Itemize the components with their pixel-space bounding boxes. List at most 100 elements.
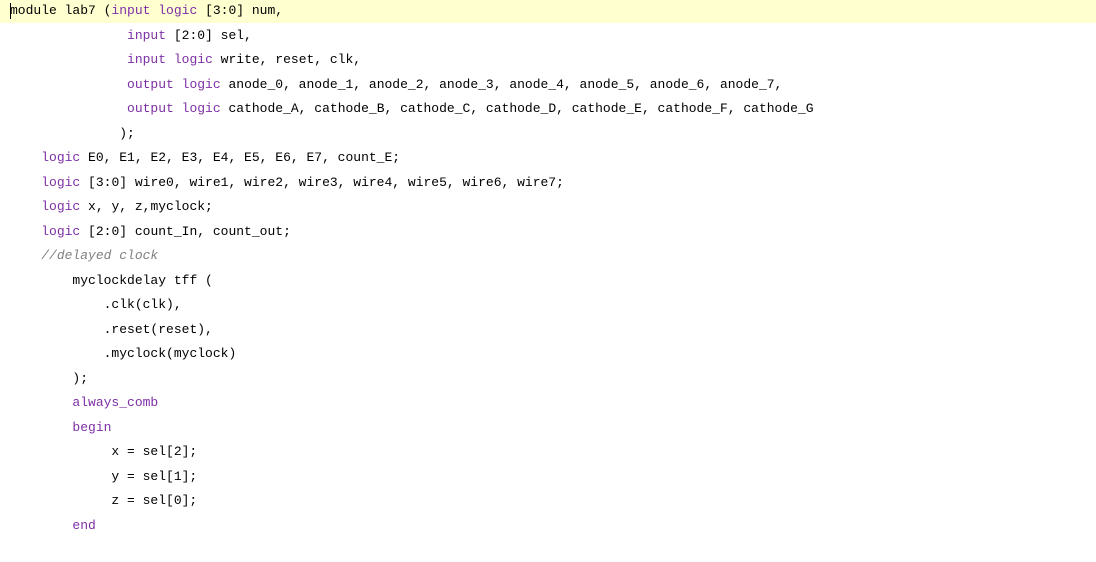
code-token: x, y, z,myclock; (80, 199, 213, 214)
code-line-text: module lab7 (input logic [3:0] num, (10, 0, 283, 23)
code-token: E0, E1, E2, E3, E4, E5, E6, E7, count_E; (80, 150, 401, 165)
code-line[interactable]: output logic cathode_A, cathode_B, catho… (0, 97, 1096, 121)
code-line-text: x = sel[2]; (10, 440, 197, 464)
code-token: ); (72, 370, 89, 386)
code-token: myclockdelay tff ( (72, 272, 213, 288)
code-line-text: logic [3:0] wire0, wire1, wire2, wire3, … (10, 171, 564, 195)
code-line[interactable]: x = sel[2]; (0, 440, 1096, 464)
code-token: ); (119, 125, 135, 141)
keyword-token: input (127, 52, 167, 67)
code-line-text: ); (10, 122, 135, 146)
code-line-text: end (10, 514, 96, 538)
code-line-text: .reset(reset), (10, 318, 213, 342)
code-token: .clk(clk), (103, 297, 182, 312)
code-line-text: .clk(clk), (10, 293, 182, 317)
code-token: [3:0] wire0, wire1, wire2, wire3, wire4,… (80, 174, 564, 190)
code-line[interactable]: myclockdelay tff ( (0, 269, 1096, 293)
code-line[interactable]: z = sel[0]; (0, 489, 1096, 513)
keyword-token: output (127, 101, 174, 116)
code-line[interactable]: output logic anode_0, anode_1, anode_2, … (0, 73, 1096, 97)
code-line-text: output logic cathode_A, cathode_B, catho… (10, 97, 814, 121)
code-line[interactable]: y = sel[1]; (0, 465, 1096, 489)
code-line-text: logic x, y, z,myclock; (10, 195, 213, 219)
code-line[interactable]: ); (0, 122, 1096, 146)
code-line-text: always_comb (10, 391, 158, 415)
code-line[interactable]: input [2:0] sel, (0, 24, 1096, 48)
code-line[interactable]: //delayed clock (0, 244, 1096, 268)
code-line-text: //delayed clock (10, 244, 158, 268)
code-line[interactable]: logic x, y, z,myclock; (0, 195, 1096, 219)
code-line-text: input logic write, reset, clk, (10, 48, 361, 72)
code-line[interactable]: logic E0, E1, E2, E3, E4, E5, E6, E7, co… (0, 146, 1096, 170)
code-line[interactable]: logic [3:0] wire0, wire1, wire2, wire3, … (0, 171, 1096, 195)
code-line[interactable]: ); (0, 367, 1096, 391)
code-token: [2:0] count_In, count_out; (80, 223, 291, 239)
keyword-token: logic (181, 76, 221, 92)
keyword-token: logic (173, 52, 213, 67)
keyword-token: always_comb (72, 395, 159, 410)
code-line[interactable]: .clk(clk), (0, 293, 1096, 317)
code-token: [2:0] sel, (166, 27, 252, 43)
keyword-token: logic (41, 174, 81, 190)
comment-token: //delayed clock (41, 248, 159, 263)
code-line[interactable]: .reset(reset), (0, 318, 1096, 342)
code-token: .reset(reset), (103, 321, 213, 337)
code-line-text: begin (10, 416, 111, 440)
code-line[interactable]: logic [2:0] count_In, count_out; (0, 220, 1096, 244)
code-line-text: y = sel[1]; (10, 465, 197, 489)
code-line-text: .myclock(myclock) (10, 342, 237, 366)
code-line-text: z = sel[0]; (10, 489, 197, 513)
keyword-token: logic (181, 101, 221, 116)
keyword-token: begin (72, 419, 112, 435)
code-token: z = sel[0]; (111, 493, 198, 508)
code-line-text: output logic anode_0, anode_1, anode_2, … (10, 73, 782, 97)
keyword-token: logic (41, 199, 81, 214)
code-token: cathode_A, cathode_B, cathode_C, cathode… (220, 101, 814, 116)
keyword-token: logic (158, 3, 198, 18)
code-editor[interactable]: module lab7 (input logic [3:0] num, inpu… (0, 0, 1096, 562)
code-line[interactable]: always_comb (0, 391, 1096, 415)
text-caret (10, 3, 11, 19)
keyword-token: output (127, 76, 174, 92)
code-token: x = sel[2]; (111, 444, 198, 459)
code-token: anode_0, anode_1, anode_2, anode_3, anod… (220, 76, 783, 92)
code-line[interactable]: begin (0, 416, 1096, 440)
code-line[interactable]: .myclock(myclock) (0, 342, 1096, 366)
code-line-text: ); (10, 367, 88, 391)
keyword-token: logic (41, 150, 81, 165)
code-token: y = sel[1]; (111, 468, 198, 484)
code-line-text: input [2:0] sel, (10, 24, 252, 48)
code-line[interactable]: end (0, 514, 1096, 538)
keyword-token: logic (41, 223, 81, 239)
code-line[interactable]: input logic write, reset, clk, (0, 48, 1096, 72)
code-line-text: logic E0, E1, E2, E3, E4, E5, E6, E7, co… (10, 146, 400, 170)
code-line-text: logic [2:0] count_In, count_out; (10, 220, 291, 244)
keyword-token: end (72, 517, 96, 533)
code-line[interactable]: module lab7 (input logic [3:0] num, (0, 0, 1096, 23)
code-token: [3:0] num, (197, 3, 284, 18)
code-token: .myclock(myclock) (103, 346, 237, 361)
code-token: write, reset, clk, (212, 52, 362, 67)
